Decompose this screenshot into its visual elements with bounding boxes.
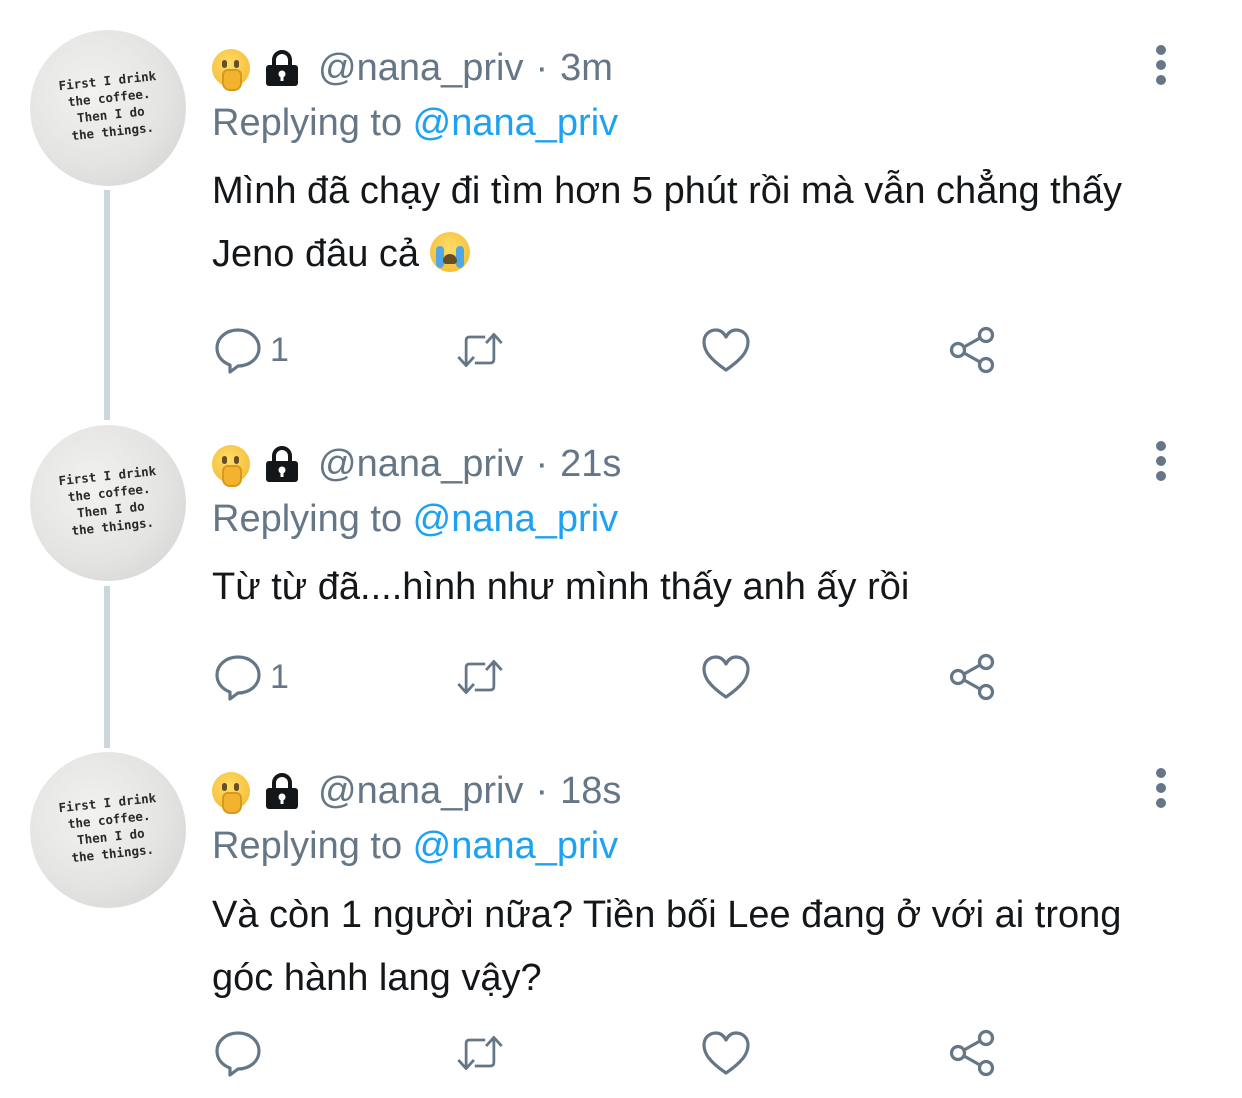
like-button[interactable] [700, 325, 752, 375]
retweet-button[interactable] [454, 325, 506, 375]
reply-bubble-icon [215, 655, 261, 701]
reply-bubble-icon [215, 1031, 261, 1077]
user-handle[interactable]: @nana_priv [318, 47, 523, 90]
replying-prefix: Replying to [212, 102, 413, 144]
share-icon [949, 1029, 995, 1077]
shushing-face-icon [212, 772, 250, 814]
user-handle[interactable]: @nana_priv [318, 443, 523, 486]
reply-count: 1 [270, 330, 289, 369]
shushing-face-icon [212, 49, 250, 91]
tweet-text: Và còn 1 người nữa? Tiền bối Lee đang ở … [212, 884, 1142, 1010]
avatar[interactable]: First I drink the coffee. Then I do the … [30, 752, 186, 908]
shushing-face-icon [212, 445, 250, 487]
tweet-text-content: Từ từ đã....hình như mình thấy anh ấy rồ… [212, 566, 910, 608]
separator: · [535, 46, 549, 89]
share-button[interactable] [946, 325, 998, 375]
tweet-text-content: Và còn 1 người nữa? Tiền bối Lee đang ở … [212, 894, 1122, 999]
thread-line [104, 586, 110, 748]
separator: · [535, 442, 549, 485]
tweet-header: @nana_priv · 18s [212, 769, 621, 814]
reply-to-handle-link[interactable]: @nana_priv [413, 825, 618, 867]
tweet-actions [212, 1028, 1012, 1078]
reply-button[interactable]: 1 [212, 325, 289, 375]
crying-face-icon [429, 232, 470, 272]
retweet-icon [457, 333, 503, 367]
retweet-icon [457, 1036, 503, 1070]
avatar-image-text: First I drink the coffee. Then I do the … [57, 68, 157, 144]
user-handle[interactable]: @nana_priv [318, 770, 523, 813]
retweet-button[interactable] [454, 652, 506, 702]
share-button[interactable] [946, 1028, 998, 1078]
like-button[interactable] [700, 652, 752, 702]
reply-count: 1 [270, 657, 289, 696]
more-vertical-icon[interactable] [1154, 45, 1168, 85]
share-icon [949, 326, 995, 374]
retweet-icon [457, 660, 503, 694]
replying-to: Replying to @nana_priv [212, 99, 618, 147]
tweet-text-content: Mình đã chạy đi tìm hơn 5 phút rồi mà vẫ… [212, 170, 1122, 275]
tweet-actions: 1 [212, 652, 1012, 702]
lock-icon [266, 50, 298, 86]
tweet-text: Mình đã chạy đi tìm hơn 5 phút rồi mà vẫ… [212, 160, 1172, 286]
replying-prefix: Replying to [212, 498, 413, 540]
reply-to-handle-link[interactable]: @nana_priv [413, 498, 618, 540]
share-icon [949, 653, 995, 701]
retweet-button[interactable] [454, 1028, 506, 1078]
reply-to-handle-link[interactable]: @nana_priv [413, 102, 618, 144]
thread-line [104, 190, 110, 420]
tweet-header: @nana_priv · 3m [212, 46, 613, 91]
tweet-header: @nana_priv · 21s [212, 442, 621, 487]
like-button[interactable] [700, 1028, 752, 1078]
timestamp[interactable]: 3m [560, 47, 613, 90]
heart-icon [702, 655, 750, 699]
tweet-actions: 1 [212, 325, 1012, 375]
heart-icon [702, 1031, 750, 1075]
lock-icon [266, 446, 298, 482]
replying-to: Replying to @nana_priv [212, 822, 618, 870]
reply-bubble-icon [215, 328, 261, 374]
tweet-text: Từ từ đã....hình như mình thấy anh ấy rồ… [212, 556, 1172, 619]
replying-prefix: Replying to [212, 825, 413, 867]
avatar[interactable]: First I drink the coffee. Then I do the … [30, 30, 186, 186]
timestamp[interactable]: 21s [560, 443, 621, 486]
more-vertical-icon[interactable] [1154, 768, 1168, 808]
share-button[interactable] [946, 652, 998, 702]
avatar[interactable]: First I drink the coffee. Then I do the … [30, 425, 186, 581]
heart-icon [702, 328, 750, 372]
more-vertical-icon[interactable] [1154, 441, 1168, 481]
lock-icon [266, 773, 298, 809]
avatar-image-text: First I drink the coffee. Then I do the … [57, 790, 157, 866]
timestamp[interactable]: 18s [560, 770, 621, 813]
avatar-image-text: First I drink the coffee. Then I do the … [57, 463, 157, 539]
reply-button[interactable]: 1 [212, 652, 289, 702]
separator: · [535, 769, 549, 812]
reply-button[interactable] [212, 1028, 270, 1078]
replying-to: Replying to @nana_priv [212, 495, 618, 543]
